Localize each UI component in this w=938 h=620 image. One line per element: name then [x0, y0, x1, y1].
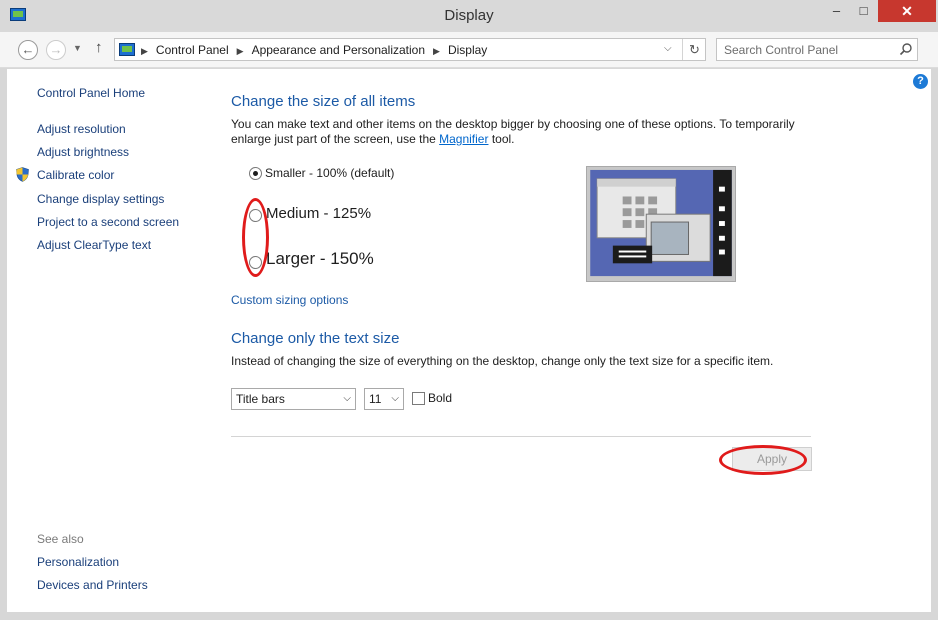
text-size-heading: Change only the text size [231, 330, 400, 347]
larger-label: Larger - 150% [266, 249, 374, 268]
recent-locations-chevron-down-icon[interactable]: ▼ [73, 43, 82, 53]
size-description: You can make text and other items on the… [231, 117, 821, 147]
item-select[interactable]: Title bars ⌵ [231, 388, 356, 410]
navigation-bar: ← → ▼ ↑ ▶ Control Panel ▶ Appearance and Pe… [0, 32, 938, 68]
content-pane: ? Control Panel Home Adjust resolution A… [7, 69, 931, 612]
font-size-value: 11 [369, 392, 382, 406]
search-input[interactable] [717, 39, 893, 60]
chevron-down-icon: ⌵ [343, 393, 351, 404]
search-icon[interactable] [899, 42, 913, 56]
bold-checkbox[interactable] [412, 392, 425, 405]
display-preview-image [586, 166, 736, 282]
larger-radio[interactable] [249, 256, 262, 269]
bold-label: Bold [428, 391, 453, 405]
sidebar-item-project-second-screen[interactable]: Project to a second screen [37, 215, 179, 229]
divider [231, 436, 811, 437]
breadcrumb-separator-icon: ▶ [236, 46, 244, 56]
forward-arrow-icon[interactable]: → [46, 40, 66, 60]
main-panel: Change the size of all items You can mak… [231, 69, 931, 612]
refresh-icon[interactable]: ↻ [682, 39, 706, 60]
size-description-tail: tool. [488, 132, 515, 146]
control-panel-icon [119, 43, 135, 56]
chevron-down-icon: ⌵ [391, 393, 399, 404]
magnifier-link[interactable]: Magnifier [439, 132, 488, 146]
breadcrumb-separator-icon: ▶ [141, 46, 148, 56]
maximize-button[interactable]: □ [850, 0, 877, 22]
smaller-label: Smaller - 100% (default) [265, 166, 395, 180]
display-window: Display – □ ✕ ← → ▼ ↑ ▶ Control Panel ▶ App… [0, 0, 938, 620]
size-heading: Change the size of all items [231, 93, 416, 110]
shield-icon [16, 167, 29, 182]
custom-sizing-link[interactable]: Custom sizing options [231, 293, 348, 307]
search-box[interactable] [716, 38, 918, 61]
sidebar-item-calibrate-color[interactable]: Calibrate color [37, 168, 114, 182]
sidebar-item-adjust-brightness[interactable]: Adjust brightness [37, 145, 129, 159]
address-bar[interactable]: ▶ Control Panel ▶ Appearance and Personaliz… [114, 38, 706, 61]
medium-radio[interactable] [249, 209, 262, 222]
window-title: Display [444, 7, 494, 24]
close-button[interactable]: ✕ [878, 0, 936, 22]
breadcrumb-appearance[interactable]: Appearance and Personalization [252, 43, 425, 57]
sidebar-item-control-panel-home[interactable]: Control Panel Home [37, 86, 145, 100]
font-size-select[interactable]: 11 ⌵ [364, 388, 404, 410]
breadcrumb: ▶ Control Panel ▶ Appearance and Personaliz… [141, 43, 487, 57]
medium-label: Medium - 125% [266, 205, 372, 222]
breadcrumb-control-panel[interactable]: Control Panel [156, 43, 229, 57]
item-select-value: Title bars [236, 392, 285, 406]
title-bar: Display – □ ✕ [0, 0, 938, 32]
breadcrumb-separator-icon: ▶ [433, 46, 440, 56]
sidebar-item-devices-printers[interactable]: Devices and Printers [37, 578, 148, 592]
sidebar: Control Panel Home Adjust resolution Adj… [7, 69, 217, 612]
see-also-label: See also [37, 532, 84, 546]
text-size-description: Instead of changing the size of everythi… [231, 354, 774, 368]
sidebar-item-personalization[interactable]: Personalization [37, 555, 119, 569]
sidebar-item-adjust-cleartype[interactable]: Adjust ClearType text [37, 238, 151, 252]
minimize-button[interactable]: – [823, 0, 850, 22]
back-arrow-icon[interactable]: ← [18, 40, 38, 60]
smaller-radio[interactable] [249, 167, 262, 180]
breadcrumb-display[interactable]: Display [448, 43, 487, 57]
sidebar-item-adjust-resolution[interactable]: Adjust resolution [37, 122, 126, 136]
address-dropdown-chevron-down-icon[interactable]: ⌵ [664, 43, 672, 54]
up-arrow-icon[interactable]: ↑ [95, 39, 103, 56]
sidebar-item-change-display-settings[interactable]: Change display settings [37, 192, 164, 206]
apply-button[interactable]: Apply [732, 447, 812, 471]
